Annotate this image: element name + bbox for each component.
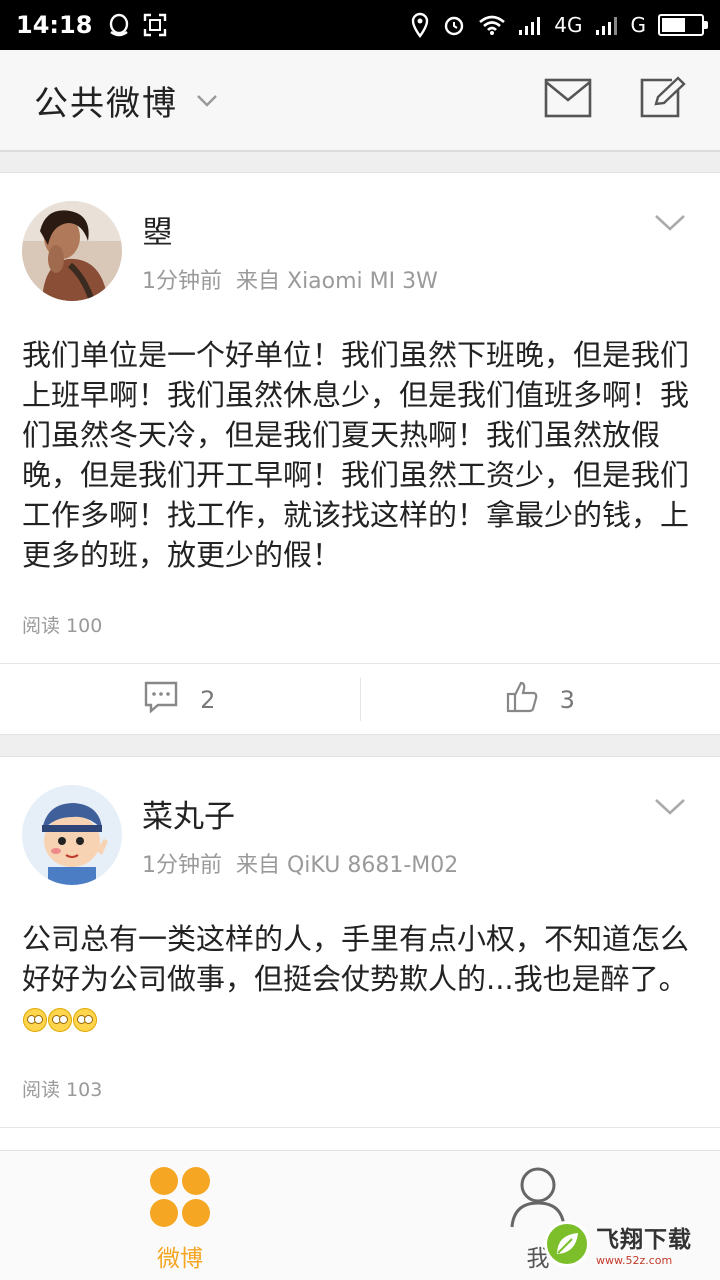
post-card[interactable]: 曌 1分钟前 来自 Xiaomi MI 3W 我们单位是一个好单位！我们虽然下班晚…	[0, 172, 720, 735]
reads-count: 103	[66, 1079, 103, 1101]
comment-count: 2	[200, 685, 216, 714]
post-card[interactable]: 菜丸子 1分钟前 来自 QiKU 8681-M02 公司总有一类这样的人，手里有点…	[0, 756, 720, 1176]
nav-weibo-tab[interactable]: 微博	[120, 1165, 240, 1273]
like-button[interactable]: 3	[361, 664, 720, 735]
post-action-bar: 2 3	[0, 663, 720, 735]
post-username[interactable]: 菜丸子	[142, 791, 235, 836]
reads-label: 阅读	[22, 615, 61, 637]
dizzy-face-emoji-icon	[73, 1008, 97, 1032]
post-source: 来自 Xiaomi MI 3W	[236, 269, 438, 294]
post-meta: 1分钟前 来自 Xiaomi MI 3W	[142, 263, 438, 295]
post-source: 来自 QiKU 8681-M02	[236, 853, 459, 878]
leaf-logo-icon	[544, 1220, 590, 1267]
screenshot-icon	[142, 12, 168, 38]
nav-weibo-label: 微博	[157, 1246, 203, 1272]
comment-icon	[144, 681, 178, 719]
post-content: 公司总有一类这样的人，手里有点小权，不知道怎么好好为公司做事，但挺会仗势欺人的.…	[22, 919, 698, 1039]
post-meta: 1分钟前 来自 QiKU 8681-M02	[142, 847, 458, 879]
watermark: 飞翔下载 www.52z.com	[544, 1220, 692, 1267]
like-count: 3	[559, 685, 575, 714]
chevron-down-icon[interactable]	[196, 93, 218, 112]
header-title[interactable]: 公共微博	[34, 76, 178, 125]
post-reads: 阅读 100	[22, 611, 102, 638]
signal-4g-icon	[518, 14, 542, 36]
signal-g-icon	[595, 14, 619, 36]
post-menu-chevron-icon[interactable]	[654, 213, 686, 237]
watermark-url: www.52z.com	[596, 1254, 673, 1267]
avatar[interactable]	[22, 201, 122, 301]
wifi-icon	[478, 14, 506, 36]
network-type-g: G	[630, 13, 647, 37]
weibo-clover-icon	[148, 1167, 212, 1233]
post-time: 1分钟前	[142, 853, 222, 878]
dizzy-face-emoji-icon	[23, 1008, 47, 1032]
post-content-text: 公司总有一类这样的人，手里有点小权，不知道怎么好好为公司做事，但挺会仗势欺人的.…	[22, 922, 690, 996]
compose-icon[interactable]	[638, 76, 686, 124]
avatar[interactable]	[22, 785, 122, 885]
watermark-text: 飞翔下载	[596, 1227, 692, 1253]
post-time: 1分钟前	[142, 269, 222, 294]
alarm-icon	[442, 13, 466, 37]
post-menu-chevron-icon[interactable]	[654, 797, 686, 821]
status-time: 14:18	[16, 11, 93, 39]
reads-count: 100	[66, 615, 103, 637]
network-type-4g: 4G	[554, 13, 583, 37]
thumbs-up-icon	[506, 681, 538, 719]
message-envelope-icon[interactable]	[544, 78, 592, 122]
status-bar: 14:18 4G G	[0, 0, 720, 50]
post-reads: 阅读 103	[22, 1075, 102, 1102]
qq-icon	[106, 12, 132, 38]
location-icon	[410, 12, 430, 38]
app-header: 公共微博	[0, 50, 720, 152]
dizzy-face-emoji-icon	[48, 1008, 72, 1032]
post-username[interactable]: 曌	[142, 207, 173, 252]
reads-label: 阅读	[22, 1079, 61, 1101]
battery-icon	[658, 14, 708, 36]
comment-button[interactable]: 2	[0, 664, 360, 735]
post-content: 我们单位是一个好单位！我们虽然下班晚，但是我们上班早啊！我们虽然休息少，但是我们…	[22, 338, 690, 572]
